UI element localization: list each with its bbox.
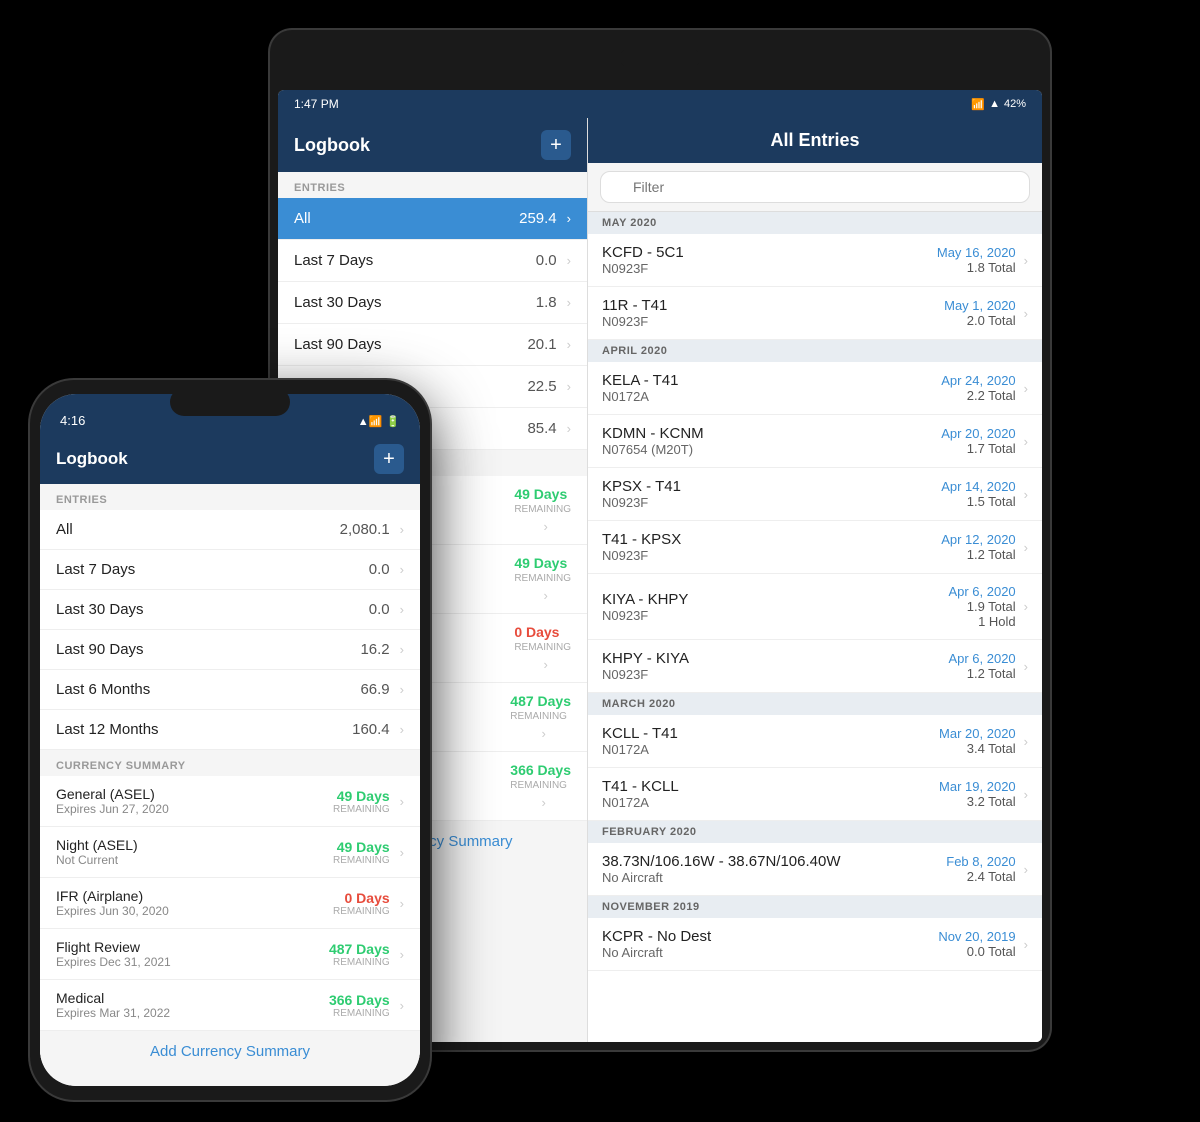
phone-status-icons: ▲📶 🔋 (358, 415, 400, 428)
phone-content: ENTRIESAll2,080.1›Last 7 Days0.0›Last 30… (40, 484, 420, 1086)
phone-add-currency-button[interactable]: Add Currency Summary (40, 1031, 420, 1072)
tablet-add-button[interactable]: + (541, 130, 571, 160)
signal-icon: ▲ (989, 98, 1000, 110)
tablet-entry-item[interactable]: Last 30 Days1.8› (278, 282, 587, 324)
phone-nav-header: Logbook + (40, 434, 420, 484)
battery-icon: 42% (1004, 98, 1026, 110)
filter-input[interactable] (600, 171, 1030, 203)
phone-entry-item[interactable]: Last 30 Days0.0› (40, 590, 420, 630)
phone-entry-item[interactable]: All2,080.1› (40, 510, 420, 550)
tablet-notch (620, 48, 700, 68)
phone-entry-item[interactable]: Last 6 Months66.9› (40, 670, 420, 710)
month-header: MAY 2020 (588, 212, 1042, 234)
phone-entry-item[interactable]: Last 7 Days0.0› (40, 550, 420, 590)
phone-battery-icon: 🔋 (386, 415, 400, 428)
table-row[interactable]: T41 - KPSX N0923F Apr 12, 2020 1.2 Total… (588, 521, 1042, 574)
month-header: NOVEMBER 2019 (588, 896, 1042, 918)
table-row[interactable]: 11R - T41 N0923F May 1, 2020 2.0 Total › (588, 287, 1042, 340)
tablet-entry-item[interactable]: Last 7 Days0.0› (278, 240, 587, 282)
tablet-filter-bar: 🔍 (588, 163, 1042, 212)
table-row[interactable]: 38.73N/106.16W - 38.67N/106.40W No Aircr… (588, 843, 1042, 896)
tablet-right-pane: All Entries 🔍 MAY 2020 KCFD - 5C1 N0923F… (588, 118, 1042, 1042)
tablet-right-header: All Entries (588, 118, 1042, 163)
phone-currency-item[interactable]: IFR (Airplane) Expires Jun 30, 2020 0 Da… (40, 878, 420, 929)
phone-currency-item[interactable]: Medical Expires Mar 31, 2022 366 Days RE… (40, 980, 420, 1031)
table-row[interactable]: KELA - T41 N0172A Apr 24, 2020 2.2 Total… (588, 362, 1042, 415)
tablet-entry-item[interactable]: All259.4› (278, 198, 587, 240)
table-row[interactable]: KCFD - 5C1 N0923F May 16, 2020 1.8 Total… (588, 234, 1042, 287)
table-row[interactable]: KCPR - No Dest No Aircraft Nov 20, 2019 … (588, 918, 1042, 971)
phone-add-button[interactable]: + (374, 444, 404, 474)
tablet-entries-header: ENTRIES (278, 172, 587, 198)
phone-screen: 4:16 ▲📶 🔋 Logbook + ENTRIESAll2,080.1›La… (40, 394, 420, 1086)
month-header: FEBRUARY 2020 (588, 821, 1042, 843)
phone-wifi-icon: ▲📶 (358, 415, 383, 428)
table-row[interactable]: KDMN - KCNM N07654 (M20T) Apr 20, 2020 1… (588, 415, 1042, 468)
phone-currency-item[interactable]: General (ASEL) Expires Jun 27, 2020 49 D… (40, 776, 420, 827)
month-header: MARCH 2020 (588, 693, 1042, 715)
phone-notch (170, 388, 290, 416)
month-header: APRIL 2020 (588, 340, 1042, 362)
phone: 4:16 ▲📶 🔋 Logbook + ENTRIESAll2,080.1›La… (30, 380, 430, 1100)
table-row[interactable]: KHPY - KIYA N0923F Apr 6, 2020 1.2 Total… (588, 640, 1042, 693)
phone-entry-item[interactable]: Last 90 Days16.2› (40, 630, 420, 670)
table-row[interactable]: KPSX - T41 N0923F Apr 14, 2020 1.5 Total… (588, 468, 1042, 521)
table-row[interactable]: KCLL - T41 N0172A Mar 20, 2020 3.4 Total… (588, 715, 1042, 768)
table-row[interactable]: T41 - KCLL N0172A Mar 19, 2020 3.2 Total… (588, 768, 1042, 821)
table-row[interactable]: KIYA - KHPY N0923F Apr 6, 2020 1.9 Total… (588, 574, 1042, 640)
phone-currency-item[interactable]: Flight Review Expires Dec 31, 2021 487 D… (40, 929, 420, 980)
tablet-nav-title: Logbook (294, 135, 370, 156)
tablet-status-bar: 1:47 PM 📶 ▲ 42% (278, 90, 1042, 118)
phone-time: 4:16 (60, 413, 85, 428)
phone-currency-item[interactable]: Night (ASEL) Not Current 49 Days REMAINI… (40, 827, 420, 878)
tablet-time: 1:47 PM (294, 97, 339, 111)
phone-entries-header: ENTRIES (40, 484, 420, 510)
filter-wrapper: 🔍 (600, 171, 1030, 203)
phone-nav-title: Logbook (56, 449, 128, 469)
phone-currency-header: CURRENCY SUMMARY (40, 750, 420, 776)
phone-entry-item[interactable]: Last 12 Months160.4› (40, 710, 420, 750)
tablet-entries-list: MAY 2020 KCFD - 5C1 N0923F May 16, 2020 … (588, 212, 1042, 1042)
tablet-nav-header: Logbook + (278, 118, 587, 172)
wifi-icon: 📶 (971, 98, 985, 111)
tablet-status-icons: 📶 ▲ 42% (971, 98, 1026, 111)
tablet-entry-item[interactable]: Last 90 Days20.1› (278, 324, 587, 366)
tablet-right-title: All Entries (770, 130, 859, 150)
